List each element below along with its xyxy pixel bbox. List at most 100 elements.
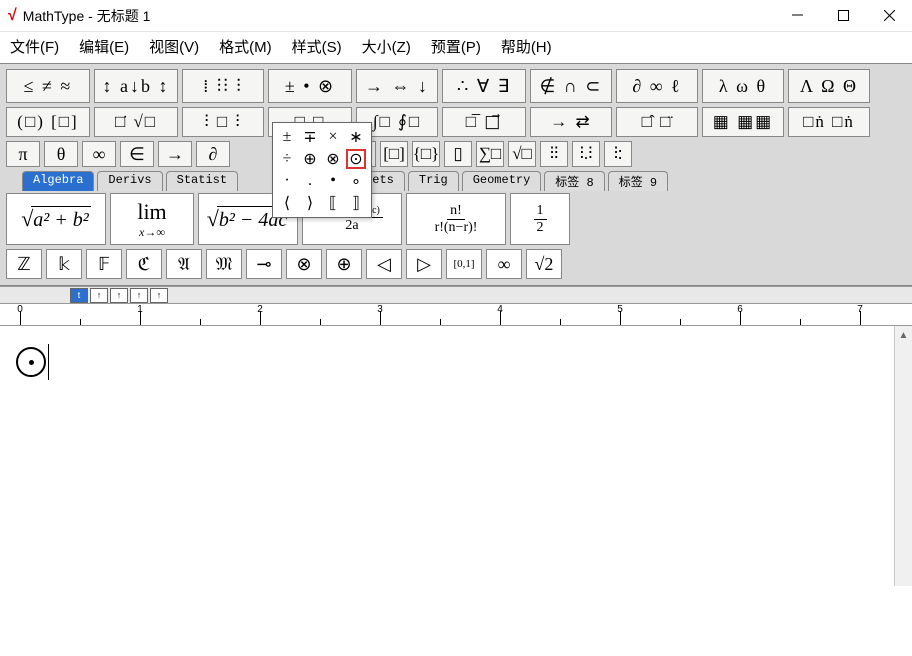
menu-preset[interactable]: 预置(P) [431,36,481,57]
pal-brack[interactable]: [□] [380,141,408,167]
pal-sqrt[interactable]: √□ [508,141,536,167]
palette-hats[interactable]: □̂ □̈ [616,107,698,137]
ruler-btn-4[interactable]: ↑ [150,288,168,303]
snip-binomial[interactable]: n!r!(n−r)! [406,193,506,245]
pal-slot[interactable]: ▯ [444,141,472,167]
tab-9[interactable]: 标签 9 [608,171,668,191]
ruler-btn-3[interactable]: ↑ [130,288,148,303]
pal-sum[interactable]: ∑□ [476,141,504,167]
pop-rdbrack[interactable]: ⟧ [346,193,366,213]
palette-greek-upper[interactable]: Λ Ω Θ [788,69,870,103]
snip2-11[interactable]: [0,1] [446,249,482,279]
palette-matrix[interactable]: ▦ ▦▦ [702,107,784,137]
palette-misc[interactable]: ∂ ∞ ℓ [616,69,698,103]
palette-relations[interactable]: ≤ ≠ ≈ [6,69,90,103]
palette-arrows[interactable]: → ⇔ ↓ [356,69,438,103]
menu-help[interactable]: 帮助(H) [501,36,552,57]
pop-cdot[interactable]: · [277,171,297,191]
pal-in[interactable]: ∈ [120,141,154,167]
palette-subsup[interactable]: ⫶ □ ⫶ [182,107,264,137]
snip2-8[interactable]: ⊕ [326,249,362,279]
tab-trig[interactable]: Trig [408,171,459,191]
equation-canvas[interactable] [0,326,912,586]
ruler-btn-1[interactable]: ↑ [90,288,108,303]
pal-rarrow[interactable]: → [158,141,192,167]
toolbar-zone: ≤ ≠ ≈ ↕ a↓b ↕ ⁞ ⫶⫶ ⫶ ± • ⊗ → ⇔ ↓ ∴ ∀ ∃ ∉… [0,63,912,286]
palette-boxes[interactable]: □ṅ □ṅ [788,107,870,137]
palette-operators[interactable]: ± • ⊗ [268,69,352,103]
pop-minusplus[interactable]: ∓ [300,127,320,147]
snip-limit[interactable]: limx→∞ [110,193,194,245]
tab-derivs[interactable]: Derivs [97,171,162,191]
menu-style[interactable]: 样式(S) [292,36,342,57]
pop-rangle[interactable]: ⟩ [300,193,320,213]
tab-geometry[interactable]: Geometry [462,171,542,191]
snip2-7[interactable]: ⊗ [286,249,322,279]
snip2-5[interactable]: 𝔐 [206,249,242,279]
snip-half[interactable]: 12 [510,193,570,245]
menu-file[interactable]: 文件(F) [10,36,59,57]
pal-mat2[interactable]: ⫶.⫶ [572,141,600,167]
title-bar: √ MathType - 无标题 1 [0,0,912,32]
pop-times[interactable]: × [323,127,343,147]
pop-langle[interactable]: ⟨ [277,193,297,213]
pal-brace[interactable]: {□} [412,141,440,167]
snip2-1[interactable]: 𝕜 [46,249,82,279]
menu-size[interactable]: 大小(Z) [362,36,411,57]
pop-ast[interactable]: ∗ [346,127,366,147]
palette-fracroot[interactable]: □̇ √□ [94,107,178,137]
scroll-up-icon[interactable]: ▲ [895,326,912,344]
window-title: MathType - 无标题 1 [23,6,774,26]
palette-embellish[interactable]: ⁞ ⫶⫶ ⫶ [182,69,264,103]
pop-circ[interactable]: ∘ [346,171,366,191]
snip-quad-den: 2a [342,218,361,233]
snip-pythagorean[interactable]: a² + b² [6,193,106,245]
snip2-13[interactable]: √2 [526,249,562,279]
ruler[interactable]: 0 1 2 3 4 5 6 7 [0,304,912,326]
palette-logic[interactable]: ∴ ∀ ∃ [442,69,526,103]
palette-spaces[interactable]: ↕ a↓b ↕ [94,69,178,103]
pop-otimes[interactable]: ⊗ [323,149,343,169]
vertical-scrollbar[interactable]: ▲ [894,326,912,586]
palette-settheory[interactable]: ∉ ∩ ⊂ [530,69,612,103]
snip2-3[interactable]: ℭ [126,249,162,279]
snip2-10[interactable]: ▷ [406,249,442,279]
maximize-button[interactable] [820,1,866,31]
menu-edit[interactable]: 编辑(E) [79,36,129,57]
pal-infty[interactable]: ∞ [82,141,116,167]
pal-partial[interactable]: ∂ [196,141,230,167]
snip2-9[interactable]: ◁ [366,249,402,279]
menu-format[interactable]: 格式(M) [219,36,272,57]
palette-fences[interactable]: (□) [□] [6,107,90,137]
minimize-button[interactable] [774,1,820,31]
palette-overbar[interactable]: □̅ □⃗ [442,107,526,137]
pop-odot-selected[interactable]: ⊙ [346,149,366,169]
ruler-btn-0[interactable]: t [70,288,88,303]
pop-ldbrack[interactable]: ⟦ [323,193,343,213]
snip2-0[interactable]: ℤ [6,249,42,279]
palette-labeledarrows[interactable]: → ⇄ [530,107,612,137]
pal-pi[interactable]: π [6,141,40,167]
tab-8[interactable]: 标签 8 [544,171,604,191]
pal-mat3[interactable]: ⫶∶ [604,141,632,167]
snip-half-den: 2 [534,220,547,235]
palette-greek-lower[interactable]: λ ω θ [702,69,784,103]
tab-statist[interactable]: Statist [166,171,238,191]
pop-dot[interactable]: . [300,171,320,191]
close-button[interactable] [866,1,912,31]
pal-theta[interactable]: θ [44,141,78,167]
snip2-12[interactable]: ∞ [486,249,522,279]
snippet-row: a² + b² limx→∞ b² − 4ac −b±√(b²−4ac)2a n… [6,193,906,245]
snip2-6[interactable]: ⊸ [246,249,282,279]
ruler-btn-2[interactable]: ↑ [110,288,128,303]
menu-view[interactable]: 视图(V) [149,36,199,57]
pop-bullet[interactable]: • [323,171,343,191]
pop-plusminus[interactable]: ± [277,127,297,147]
pop-div[interactable]: ÷ [277,149,297,169]
pal-mat1[interactable]: ⫶⫶ [540,141,568,167]
ruler-bar: t ↑ ↑ ↑ ↑ [0,286,912,304]
tab-algebra[interactable]: Algebra [22,171,94,191]
snip2-4[interactable]: 𝔄 [166,249,202,279]
snip2-2[interactable]: 𝔽 [86,249,122,279]
pop-oplus[interactable]: ⊕ [300,149,320,169]
